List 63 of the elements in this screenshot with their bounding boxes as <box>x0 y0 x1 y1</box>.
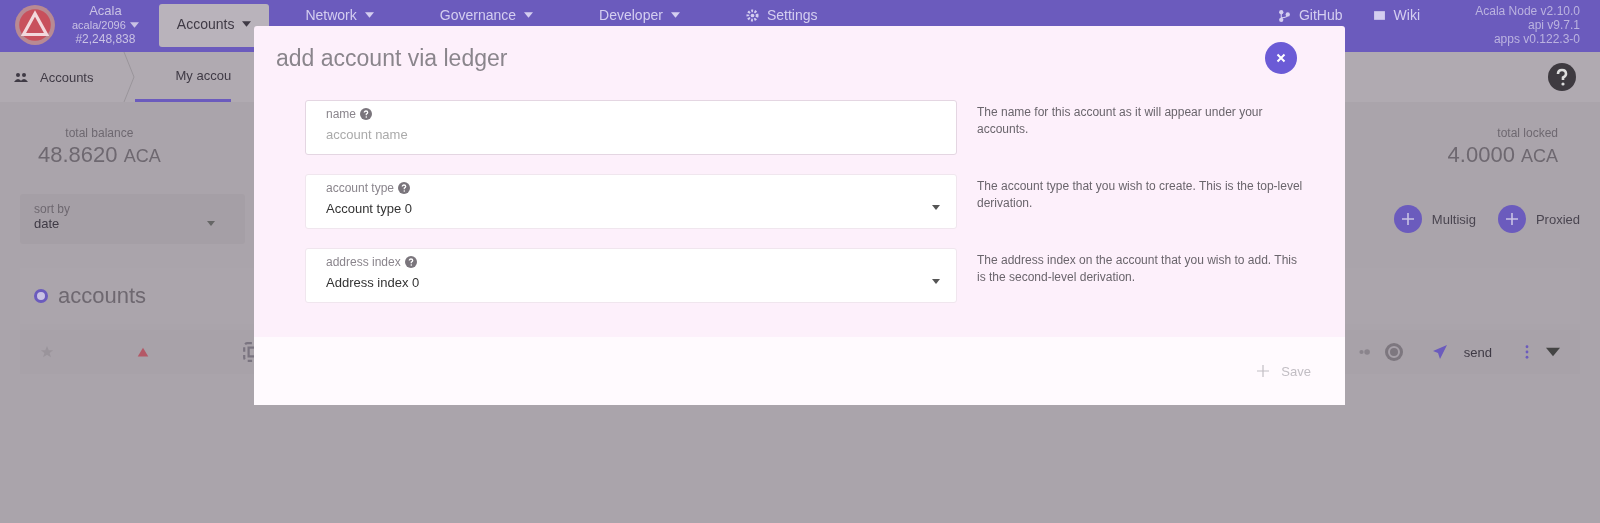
breadcrumb-tab[interactable]: My accou <box>135 52 232 102</box>
summary-label: total balance <box>65 126 134 140</box>
dropdown-field[interactable]: address index Address index 0 <box>305 248 957 303</box>
close-icon[interactable] <box>1265 42 1297 74</box>
nav-link[interactable]: Wiki <box>1372 8 1420 22</box>
add-button[interactable]: Proxied <box>1497 205 1580 233</box>
dropdown-value: Address index 0 <box>326 275 421 290</box>
field-label: name <box>326 107 357 121</box>
modal-title: add account via ledger <box>276 44 508 72</box>
paper-plane-icon <box>1431 344 1448 360</box>
text-input[interactable]: account name <box>326 127 936 142</box>
caret-icon <box>207 221 215 226</box>
plus-icon <box>1497 205 1526 233</box>
triangle-icon <box>136 345 150 359</box>
plus-icon <box>1257 365 1270 377</box>
section-title: accounts <box>58 283 147 309</box>
nav-tab[interactable]: Governance <box>409 0 564 34</box>
caret-icon <box>242 21 252 27</box>
summary-label: total locked <box>1497 126 1558 140</box>
nav-tab[interactable]: Accounts <box>158 4 270 47</box>
nav-tab[interactable]: Developer <box>569 0 710 34</box>
help-icon[interactable] <box>398 182 411 194</box>
dropdown-value: Account type 0 <box>326 201 413 216</box>
block-number: #2,248,838 <box>75 32 136 46</box>
plus-icon <box>1393 205 1422 233</box>
gear-icon <box>745 8 759 22</box>
caret-icon <box>364 12 374 18</box>
add-button[interactable]: Multisig <box>1393 205 1476 233</box>
chain-name: Acala <box>89 4 122 18</box>
caret-icon <box>932 205 940 210</box>
version-text: Acala Node v2.10.0 <box>1475 4 1580 18</box>
account-selector[interactable]: acala/2096 <box>72 18 126 32</box>
summary-value: 4.0000 ACA <box>1447 142 1558 168</box>
dropdown-field[interactable]: account type Account type 0 <box>305 174 957 229</box>
caret-icon[interactable] <box>1546 345 1560 359</box>
field-description: The name for this account as it will appear under your accounts. <box>977 104 1264 138</box>
nav-tab[interactable]: Network <box>275 0 404 34</box>
people-icon <box>14 72 28 82</box>
nav-link[interactable]: GitHub <box>1278 8 1343 22</box>
ring-icon <box>34 289 48 303</box>
identicon-icon <box>1383 342 1404 362</box>
breadcrumb-tab[interactable]: Accounts <box>14 52 104 102</box>
help-icon[interactable] <box>360 108 373 120</box>
caret-icon <box>670 12 680 18</box>
help-icon[interactable] <box>1548 63 1576 91</box>
summary-value: 48.8620 ACA <box>38 142 161 168</box>
branch-icon <box>1278 8 1291 22</box>
nav-tab[interactable]: Settings <box>715 0 848 34</box>
field-label: address index <box>326 255 401 269</box>
logo-icon[interactable] <box>14 4 56 46</box>
field-label: account type <box>326 181 395 195</box>
field-card[interactable]: name account name <box>305 100 957 155</box>
send-button[interactable]: send <box>1431 344 1492 360</box>
caret-icon[interactable] <box>129 22 139 28</box>
caret-icon <box>932 279 940 284</box>
field-description: The address index on the account that you wish to add. This is the second-level derivation. <box>977 252 1298 286</box>
version-text: apps v0.122.3-0 <box>1493 32 1580 46</box>
caret-icon <box>524 12 534 18</box>
book-icon <box>1372 8 1386 22</box>
help-icon[interactable] <box>404 256 417 268</box>
chevron-divider <box>123 52 136 102</box>
version-text: api v9.7.1 <box>1527 18 1580 32</box>
field-description: The account type that you wish to create. This is the top-level derivation. <box>977 178 1304 212</box>
